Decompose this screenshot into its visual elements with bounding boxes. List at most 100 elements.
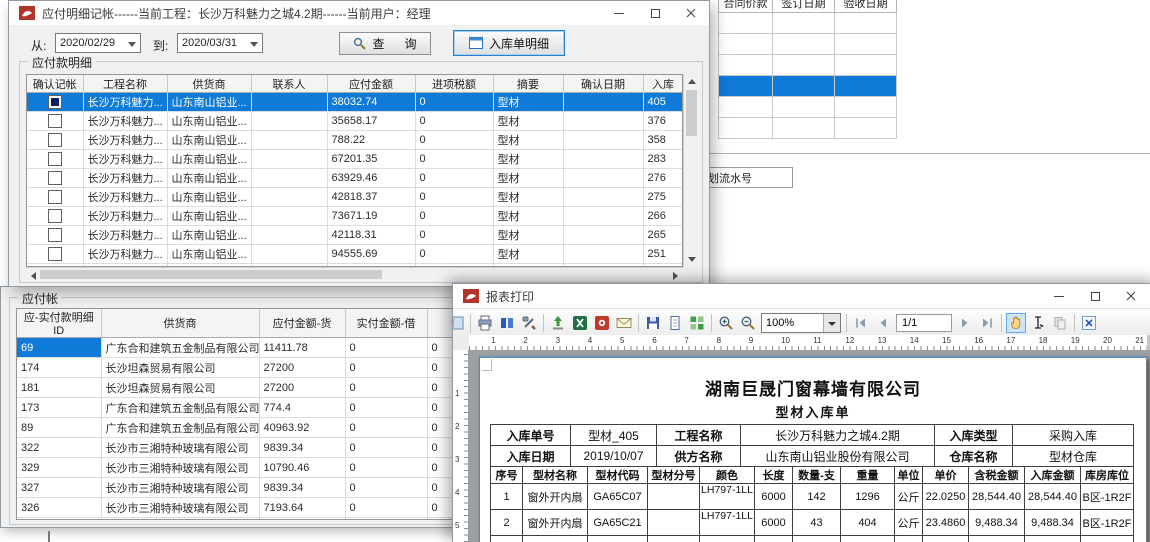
table-row[interactable] bbox=[719, 76, 897, 97]
close-button[interactable] bbox=[1113, 284, 1149, 308]
report-column-header[interactable]: 库房库位 bbox=[1081, 467, 1134, 484]
report-column-header[interactable]: 长度 bbox=[755, 467, 793, 484]
detail-table-viewport[interactable]: 确认记帐工程名称供货商联系人应付金额进项税额摘要确认日期入库 长沙万科魅力...… bbox=[26, 74, 683, 267]
column-header[interactable]: 进项税额 bbox=[415, 75, 493, 93]
table-row[interactable]: 长沙万科魅力...山东南山铝业...788.220型材358 bbox=[27, 131, 683, 150]
confirm-checkbox[interactable] bbox=[48, 190, 62, 204]
copy-icon[interactable] bbox=[1050, 313, 1070, 333]
close-preview-icon[interactable] bbox=[1079, 313, 1099, 333]
plan-serial-field[interactable]: 计划流水号 bbox=[703, 167, 793, 188]
confirm-checkbox[interactable] bbox=[48, 209, 62, 223]
column-header[interactable]: 应付金额 bbox=[327, 75, 415, 93]
column-header[interactable]: 签订日期 bbox=[773, 0, 835, 13]
report-titlebar[interactable]: 报表打印 bbox=[453, 284, 1150, 308]
print-preview-area[interactable]: 湖南巨晟门窗幕墙有限公司 型材入库单 入库单号 型材_405 工程名称 长沙万科… bbox=[468, 350, 1150, 542]
payables-table-viewport[interactable]: 应-实付款明细ID供货商应付金额-货实付金额-借余额 69广东合和建筑五金制品有… bbox=[16, 308, 460, 520]
table-row[interactable] bbox=[719, 13, 897, 34]
maximize-button[interactable] bbox=[637, 1, 673, 25]
table-row[interactable]: 326长沙市三湘特种玻璃有限公司7193.6400 bbox=[17, 498, 460, 518]
table-row[interactable]: 长沙万科魅力...山东南山铝业...63929.460型材276 bbox=[27, 169, 683, 188]
sidebar-toggle-icon[interactable] bbox=[453, 313, 466, 333]
zoom-level-combo[interactable]: 100% bbox=[761, 313, 841, 333]
scrollbar-thumb[interactable] bbox=[686, 90, 697, 136]
table-row[interactable] bbox=[719, 118, 897, 139]
query-button[interactable]: 查 询 bbox=[339, 32, 431, 55]
scroll-down-icon[interactable] bbox=[688, 257, 696, 262]
from-date-combo[interactable]: 2020/02/29 bbox=[55, 33, 141, 53]
column-header[interactable]: 应付金额-货 bbox=[259, 309, 345, 338]
inbound-detail-button[interactable]: 入库单明细 bbox=[453, 30, 565, 56]
report-column-header[interactable]: 型材分号 bbox=[648, 467, 700, 484]
column-header[interactable]: 应-实付款明细ID bbox=[17, 309, 101, 338]
confirm-checkbox[interactable] bbox=[48, 228, 62, 242]
window1-titlebar[interactable]: 应付明细记帐------当前工程：长沙万科魅力之城4.2期------当前用户：… bbox=[9, 1, 709, 25]
report-column-header[interactable]: 颜色 bbox=[700, 467, 755, 484]
scroll-left-icon[interactable] bbox=[31, 272, 36, 280]
confirm-checkbox[interactable] bbox=[48, 152, 62, 166]
column-header[interactable]: 验收日期 bbox=[835, 0, 897, 13]
prev-page-icon[interactable] bbox=[873, 313, 893, 333]
column-header[interactable]: 入库 bbox=[643, 75, 683, 93]
save-icon[interactable] bbox=[643, 313, 663, 333]
export-excel-icon[interactable] bbox=[570, 313, 590, 333]
report-column-header[interactable]: 入库金额 bbox=[1025, 467, 1081, 484]
export-mail-icon[interactable] bbox=[614, 313, 634, 333]
column-header[interactable]: 摘要 bbox=[493, 75, 563, 93]
vertical-scrollbar[interactable] bbox=[683, 74, 699, 267]
table-row[interactable]: 329长沙市三湘特种玻璃有限公司10790.4600 bbox=[17, 458, 460, 478]
table-row[interactable]: 89广东合和建筑五金制品有限公司40963.9200 bbox=[17, 418, 460, 438]
table-row[interactable]: 长沙万科魅力...山东南山铝业...35658.170型材376 bbox=[27, 112, 683, 131]
column-header[interactable]: 合同价款 bbox=[719, 0, 773, 13]
column-header[interactable]: 确认记帐 bbox=[27, 75, 83, 93]
table-row[interactable]: 181长沙坦森贸易有限公司2720000 bbox=[17, 378, 460, 398]
column-header[interactable]: 工程名称 bbox=[83, 75, 167, 93]
single-page-icon[interactable] bbox=[665, 313, 685, 333]
table-row[interactable]: 长沙万科魅力...山东南山铝业...67201.350型材283 bbox=[27, 150, 683, 169]
column-header[interactable]: 确认日期 bbox=[563, 75, 643, 93]
last-page-icon[interactable] bbox=[977, 313, 997, 333]
report-column-header[interactable]: 含税金额 bbox=[969, 467, 1025, 484]
table-row[interactable]: 长沙万科魅力...山东南山铝业...42118.310型材265 bbox=[27, 226, 683, 245]
maximize-button[interactable] bbox=[1077, 284, 1113, 308]
page-number-input[interactable]: 1/1 bbox=[896, 314, 952, 332]
print-settings-icon[interactable] bbox=[519, 313, 539, 333]
table-row[interactable] bbox=[719, 34, 897, 55]
table-row[interactable]: 69广东合和建筑五金制品有限公司11411.7800 bbox=[17, 338, 460, 358]
minimize-button[interactable] bbox=[601, 1, 637, 25]
zoom-out-icon[interactable] bbox=[738, 313, 758, 333]
report-column-header[interactable]: 数量-支 bbox=[793, 467, 841, 484]
report-column-header[interactable]: 单价 bbox=[923, 467, 969, 484]
to-date-combo[interactable]: 2020/03/31 bbox=[177, 33, 263, 53]
close-button[interactable] bbox=[673, 1, 709, 25]
table-row[interactable]: 长沙市三湘特种玻璃有限公司 bbox=[17, 518, 460, 521]
scroll-up-icon[interactable] bbox=[688, 79, 696, 84]
next-page-icon[interactable] bbox=[955, 313, 975, 333]
table-row[interactable]: 174长沙坦森贸易有限公司2720000 bbox=[17, 358, 460, 378]
confirm-checkbox[interactable] bbox=[48, 95, 62, 109]
table-row[interactable]: 327长沙市三湘特种玻璃有限公司9839.3400 bbox=[17, 478, 460, 498]
text-select-icon[interactable] bbox=[1028, 313, 1048, 333]
confirm-checkbox[interactable] bbox=[48, 114, 62, 128]
report-column-header[interactable]: 重量 bbox=[841, 467, 895, 484]
report-column-header[interactable]: 型材名称 bbox=[523, 467, 588, 484]
column-header[interactable]: 联系人 bbox=[251, 75, 327, 93]
table-row[interactable]: 长沙万科魅力...山东南山铝业...94555.690型材251 bbox=[27, 245, 683, 264]
horizontal-scrollbar[interactable] bbox=[26, 267, 683, 281]
confirm-checkbox[interactable] bbox=[48, 171, 62, 185]
export-icon[interactable] bbox=[548, 313, 568, 333]
column-header[interactable]: 供货商 bbox=[101, 309, 259, 338]
multi-page-icon[interactable] bbox=[687, 313, 707, 333]
scroll-right-icon[interactable] bbox=[673, 272, 678, 280]
scrollbar-thumb[interactable] bbox=[40, 270, 382, 279]
report-column-header[interactable]: 序号 bbox=[491, 467, 523, 484]
zoom-in-icon[interactable] bbox=[716, 313, 736, 333]
table-row[interactable]: 长沙万科魅力...山东南山铝业...42818.370型材275 bbox=[27, 188, 683, 207]
confirm-checkbox[interactable] bbox=[48, 247, 62, 261]
column-header[interactable]: 供货商 bbox=[167, 75, 251, 93]
export-pdf-icon[interactable] bbox=[592, 313, 612, 333]
print-icon[interactable] bbox=[475, 313, 495, 333]
page-setup-icon[interactable] bbox=[497, 313, 517, 333]
confirm-checkbox[interactable] bbox=[48, 133, 62, 147]
table-row[interactable]: 322长沙市三湘特种玻璃有限公司9839.3400 bbox=[17, 438, 460, 458]
table-row[interactable]: 173广东合和建筑五金制品有限公司774.400 bbox=[17, 398, 460, 418]
